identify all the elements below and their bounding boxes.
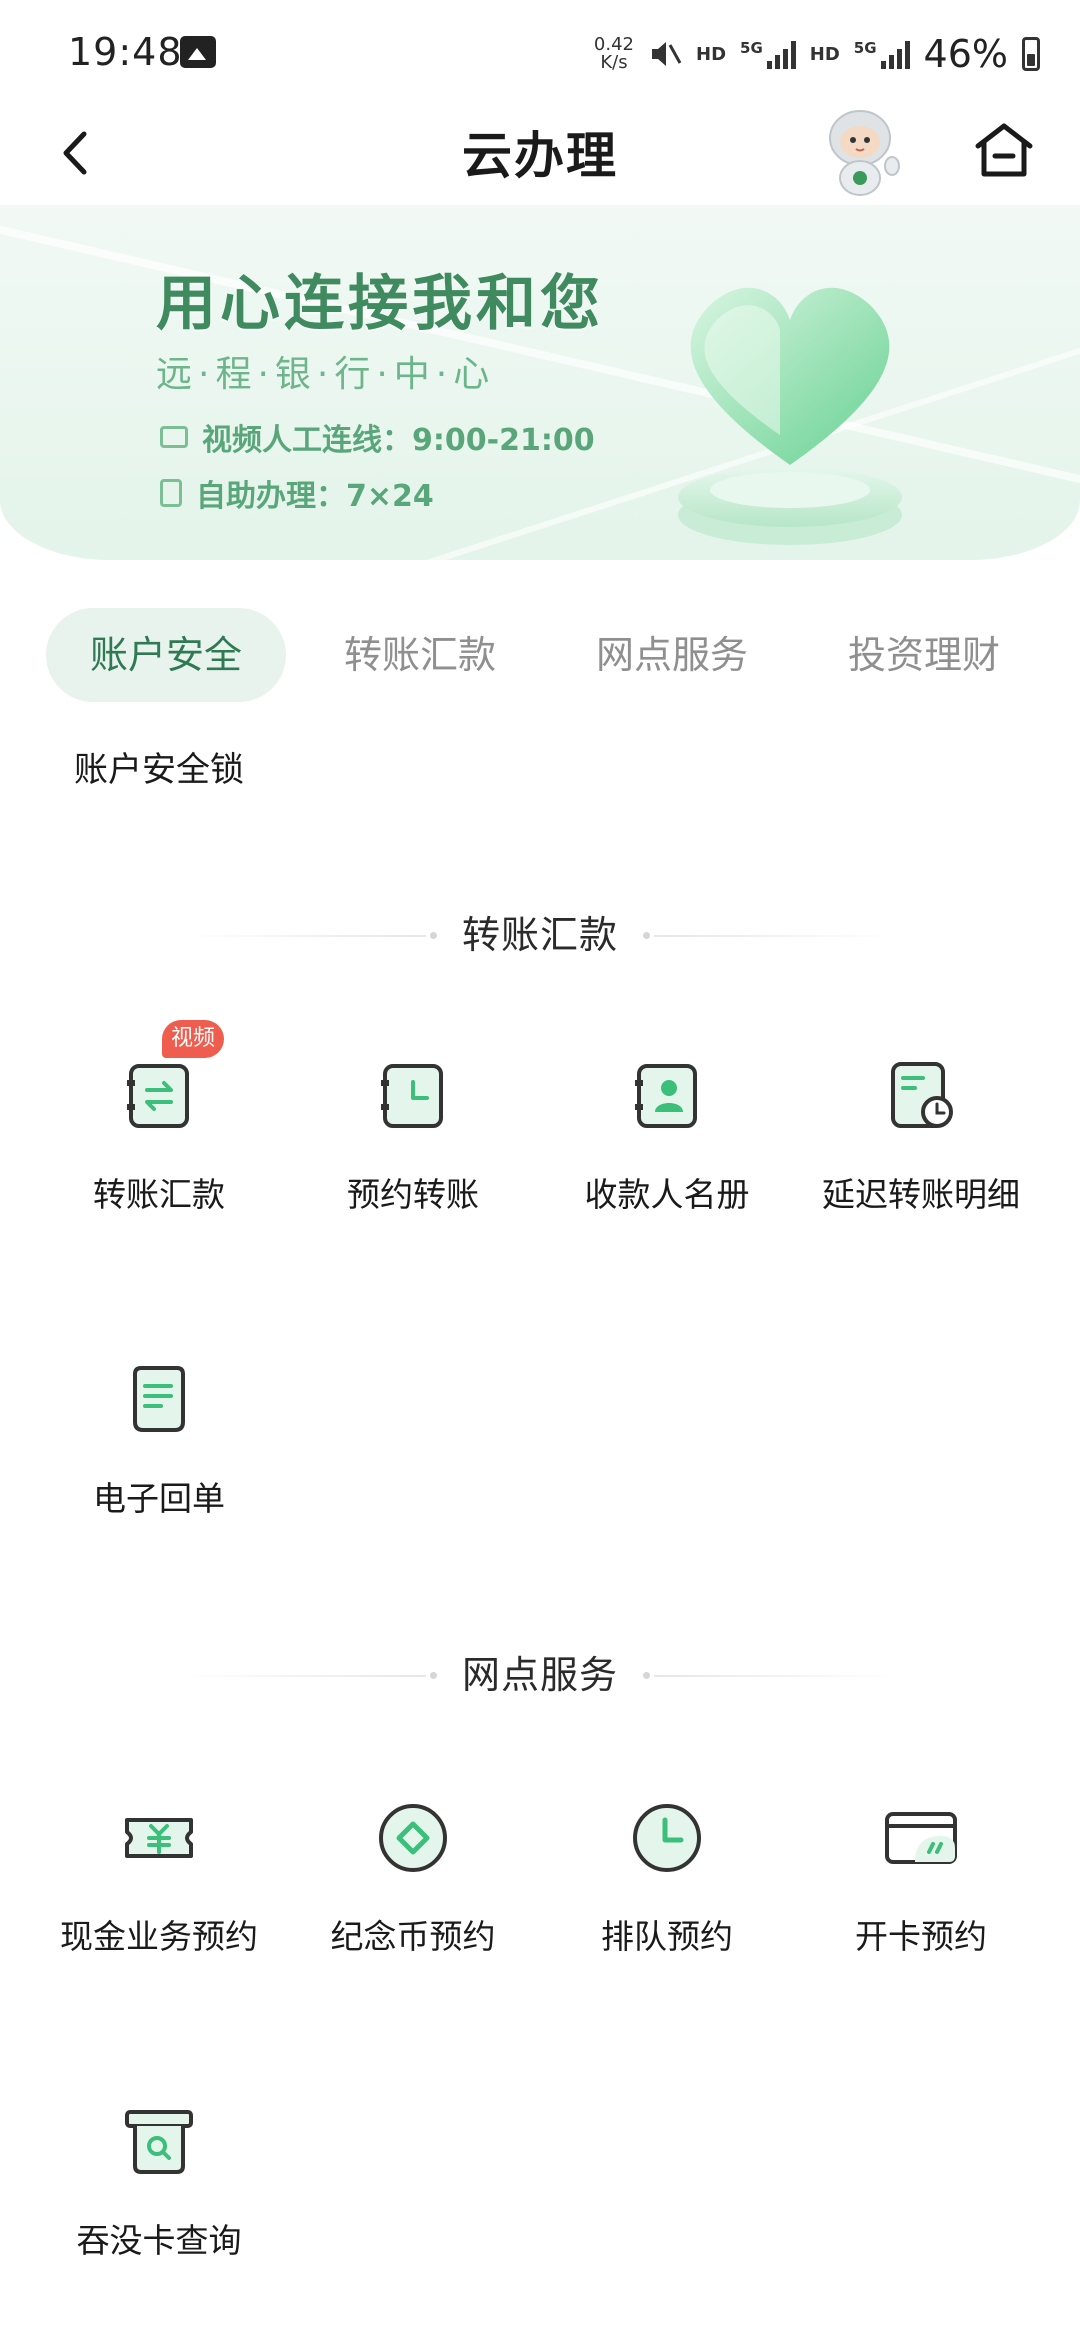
signal-5g-1: 5G xyxy=(740,39,796,69)
category-tabs: 账户安全 转账汇款 网点服务 投资理财 xyxy=(0,608,1080,704)
service-payee-book[interactable]: 收款人名册 xyxy=(540,1058,794,1248)
tab-investment[interactable]: 投资理财 xyxy=(804,608,1044,702)
card-search-icon xyxy=(125,2110,193,2174)
section-title: 转账汇款 xyxy=(461,913,618,957)
tab-branch-service[interactable]: 网点服务 xyxy=(552,608,792,702)
divider-line xyxy=(654,1675,894,1677)
tab-transfer[interactable]: 转账汇款 xyxy=(300,608,540,702)
service-label: 收款人名册 xyxy=(584,1175,750,1214)
service-label: 开卡预约 xyxy=(855,1917,987,1956)
service-scheduled-transfer[interactable]: 预约转账 xyxy=(286,1058,540,1248)
mute-icon xyxy=(652,42,682,66)
battery-icon xyxy=(1022,37,1040,71)
gallery-notification-icon xyxy=(180,36,216,68)
service-transfer[interactable]: 转账汇款 xyxy=(32,1058,286,1248)
section-heading-transfer: 转账汇款 xyxy=(0,905,1080,965)
service-swallowed-card-query[interactable]: 吞没卡查询 xyxy=(32,2104,286,2294)
service-label: 纪念币预约 xyxy=(330,1917,496,1956)
service-label: 吞没卡查询 xyxy=(76,2221,242,2260)
service-queue-reservation[interactable]: 排队预约 xyxy=(540,1800,794,1990)
banner-subtitle: 远·程·银·行·中·心 xyxy=(156,354,496,395)
card-icon xyxy=(885,1812,957,1864)
signal-5g-2: 5G xyxy=(854,39,910,69)
scheduled-transfer-icon xyxy=(381,1064,443,1128)
network-speed: 0.42 K/s xyxy=(594,36,634,72)
service-label: 预约转账 xyxy=(347,1175,479,1214)
section-heading-branch: 网点服务 xyxy=(0,1645,1080,1705)
divider-dot xyxy=(643,932,650,939)
status-bar: 19:48 0.42 K/s HD 5G HD 5G 46% xyxy=(0,0,1080,100)
service-label: 排队预约 xyxy=(601,1917,733,1956)
promo-banner[interactable]: 用心连接我和您 远·程·银·行·中·心 视频人工连线：9:00-21:00 自助… xyxy=(0,205,1080,560)
divider-dot xyxy=(430,932,437,939)
signal-bars-1-icon xyxy=(766,39,796,69)
coin-icon xyxy=(379,1804,447,1872)
divider-line xyxy=(654,935,894,937)
service-coin-reservation[interactable]: 纪念币预约 xyxy=(286,1800,540,1990)
video-icon xyxy=(160,426,188,448)
service-label: 转账汇款 xyxy=(93,1175,225,1214)
banner-video-line: 视频人工连线：9:00-21:00 xyxy=(160,415,595,459)
page-title: 云办理 xyxy=(462,127,618,185)
e-receipt-icon xyxy=(133,1366,185,1432)
service-label: 电子回单 xyxy=(93,1479,225,1518)
banner-self-text: 自助办理：7×24 xyxy=(196,479,434,514)
tab-account-security[interactable]: 账户安全 xyxy=(46,608,286,702)
account-security-lock-item[interactable]: 账户安全锁 xyxy=(74,742,244,791)
status-right: 0.42 K/s HD 5G HD 5G 46% xyxy=(594,30,1040,78)
divider-line xyxy=(186,1675,426,1677)
service-delayed-transfer[interactable]: 延迟转账明细 xyxy=(794,1058,1048,1248)
divider-dot xyxy=(643,1672,650,1679)
video-badge: 视频 xyxy=(162,1020,224,1058)
mascot-icon[interactable] xyxy=(812,100,912,200)
signal-bars-2-icon xyxy=(880,39,910,69)
clock-icon xyxy=(633,1804,701,1872)
section-title: 网点服务 xyxy=(461,1653,618,1697)
banner-title: 用心连接我和您 xyxy=(156,269,604,339)
payee-book-icon xyxy=(635,1064,697,1128)
app-header: 云办理 xyxy=(0,100,1080,210)
divider-dot xyxy=(430,1672,437,1679)
delayed-transfer-icon xyxy=(891,1062,953,1128)
banner-video-text: 视频人工连线：9:00-21:00 xyxy=(202,423,595,458)
page: 19:48 0.42 K/s HD 5G HD 5G 46% 云办理 用心连接我… xyxy=(0,0,1080,2340)
service-label: 延迟转账明细 xyxy=(822,1175,1020,1214)
service-label: 现金业务预约 xyxy=(60,1917,258,1956)
hd-label-1: HD xyxy=(696,43,727,65)
banner-self-line: 自助办理：7×24 xyxy=(160,471,434,515)
divider-line xyxy=(186,935,426,937)
hd-label-2: HD xyxy=(809,43,840,65)
home-icon[interactable] xyxy=(970,116,1038,184)
heart-illustration-icon xyxy=(678,287,902,545)
net-label-2: 5G xyxy=(853,39,877,57)
net-label-1: 5G xyxy=(740,39,763,57)
service-e-receipt[interactable]: 电子回单 xyxy=(32,1362,286,1552)
cash-ticket-icon xyxy=(125,1818,193,1858)
phone-icon xyxy=(160,479,182,507)
status-time: 19:48 xyxy=(68,30,183,74)
transfer-icon xyxy=(127,1064,189,1128)
battery-percent: 46% xyxy=(923,32,1008,76)
service-cash-reservation[interactable]: 现金业务预约 xyxy=(32,1800,286,1990)
network-speed-unit: K/s xyxy=(600,52,628,73)
service-card-opening[interactable]: 开卡预约 xyxy=(794,1800,1048,1990)
